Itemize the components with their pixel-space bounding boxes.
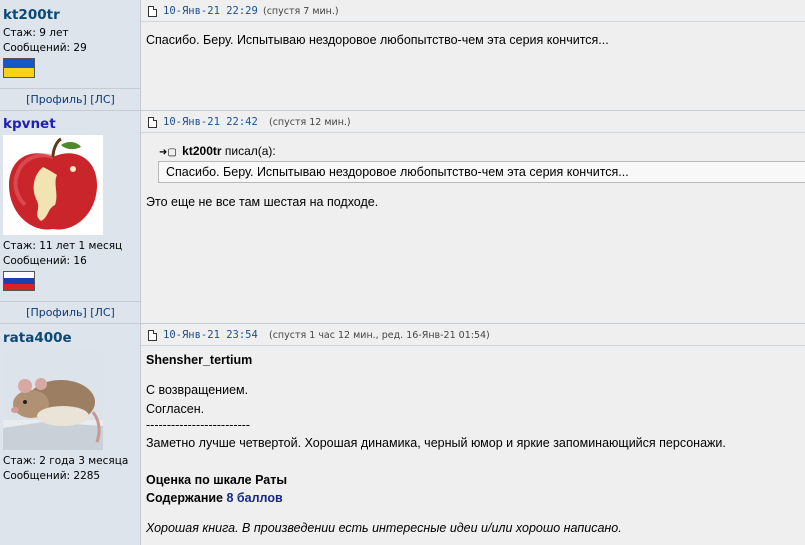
quote-box: Спасибо. Беру. Испытываю нездоровое любо…: [158, 161, 805, 183]
rating-value: 8 баллов: [226, 491, 283, 505]
username[interactable]: rata400e: [3, 330, 72, 346]
user-panel: rata400e Стаж: 2 года 3 месяца Сообщений…: [0, 324, 141, 545]
post-body: 10-Янв-21 22:29 (спустя 7 мин.) Спасибо.…: [141, 0, 805, 111]
profile-link[interactable]: [Профиль]: [26, 306, 87, 319]
pm-link[interactable]: [ЛС]: [90, 306, 115, 319]
avatar: [3, 350, 103, 450]
post-2: kpvnet Стаж: 11 лет 1 месяц Сообщений: 1…: [0, 111, 805, 324]
post-header: 10-Янв-21 23:54 (спустя 1 час 12 мин., р…: [141, 324, 805, 346]
quote-text: Спасибо. Беру. Испытываю нездоровое любо…: [166, 165, 629, 179]
post-body: 10-Янв-21 23:54 (спустя 1 час 12 мин., р…: [141, 324, 805, 545]
username[interactable]: kt200tr: [3, 7, 60, 23]
post-date-link[interactable]: 10-Янв-21 23:54: [163, 329, 258, 341]
apple-avatar-icon: [3, 135, 103, 235]
rating-title: Оценка по шкале Раты: [146, 473, 287, 487]
quote-author[interactable]: kt200tr: [182, 144, 221, 158]
post-review: Заметно лучше четвертой. Хорошая динамик…: [146, 436, 726, 450]
post-addressee: Shensher_tertium: [146, 353, 253, 367]
post-ago: (спустя 12 мин.): [269, 117, 351, 128]
post-date-link[interactable]: 10-Янв-21 22:42: [163, 116, 258, 128]
rating-label: Содержание: [146, 491, 224, 505]
post-3: rata400e Стаж: 2 года 3 месяца Сообщений…: [0, 324, 805, 545]
post-icon: [148, 6, 157, 17]
quote-wrote: писал(а):: [224, 144, 276, 158]
quote-arrow-icon: ➜▢: [159, 147, 177, 158]
pm-link[interactable]: [ЛС]: [90, 93, 115, 106]
post-header: 10-Янв-21 22:29 (спустя 7 мин.): [141, 0, 805, 22]
post-body: 10-Янв-21 22:42 (спустя 12 мин.) ➜▢ kt20…: [141, 111, 805, 324]
rat-avatar-icon: [3, 350, 103, 450]
post-text: Спасибо. Беру. Испытываю нездоровое любо…: [146, 33, 609, 47]
avatar: [3, 135, 103, 235]
user-panel: kpvnet Стаж: 11 лет 1 месяц Сообщений: 1…: [0, 111, 141, 324]
post-header: 10-Янв-21 22:42 (спустя 12 мин.): [141, 111, 805, 133]
user-messages: Сообщений: 16: [3, 255, 87, 267]
post-1: kt200tr Стаж: 9 лет Сообщений: 29 [Профи…: [0, 0, 805, 111]
username[interactable]: kpvnet: [3, 116, 56, 132]
quote-header: ➜▢ kt200tr писал(а):: [159, 144, 276, 158]
rating-line: Содержание 8 баллов: [146, 491, 283, 505]
user-panel: kt200tr Стаж: 9 лет Сообщений: 29 [Профи…: [0, 0, 141, 111]
ukraine-flag-icon: [3, 58, 35, 78]
post-ago: (спустя 7 мин.): [263, 6, 339, 17]
user-messages: Сообщений: 2285: [3, 470, 101, 482]
post-line-2: Согласен.: [146, 402, 205, 416]
post-ago: (спустя 1 час 12 мин., ред. 16-Янв-21 01…: [269, 330, 490, 341]
post-icon: [148, 330, 157, 341]
post-text: Это еще не все там шестая на подходе.: [146, 195, 379, 209]
post-icon: [148, 117, 157, 128]
user-stage: Стаж: 11 лет 1 месяц: [3, 240, 123, 252]
post-date-link[interactable]: 10-Янв-21 22:29: [163, 5, 258, 17]
user-stage: Стаж: 9 лет: [3, 27, 69, 39]
profile-link[interactable]: [Профиль]: [26, 93, 87, 106]
user-stage: Стаж: 2 года 3 месяца: [3, 455, 129, 467]
post-verdict: Хорошая книга. В произведении есть интер…: [146, 521, 622, 535]
russia-flag-icon: [3, 271, 35, 291]
post-line-1: С возвращением.: [146, 383, 249, 397]
post-dashes: -------------------------: [146, 418, 251, 432]
user-messages: Сообщений: 29: [3, 42, 87, 54]
